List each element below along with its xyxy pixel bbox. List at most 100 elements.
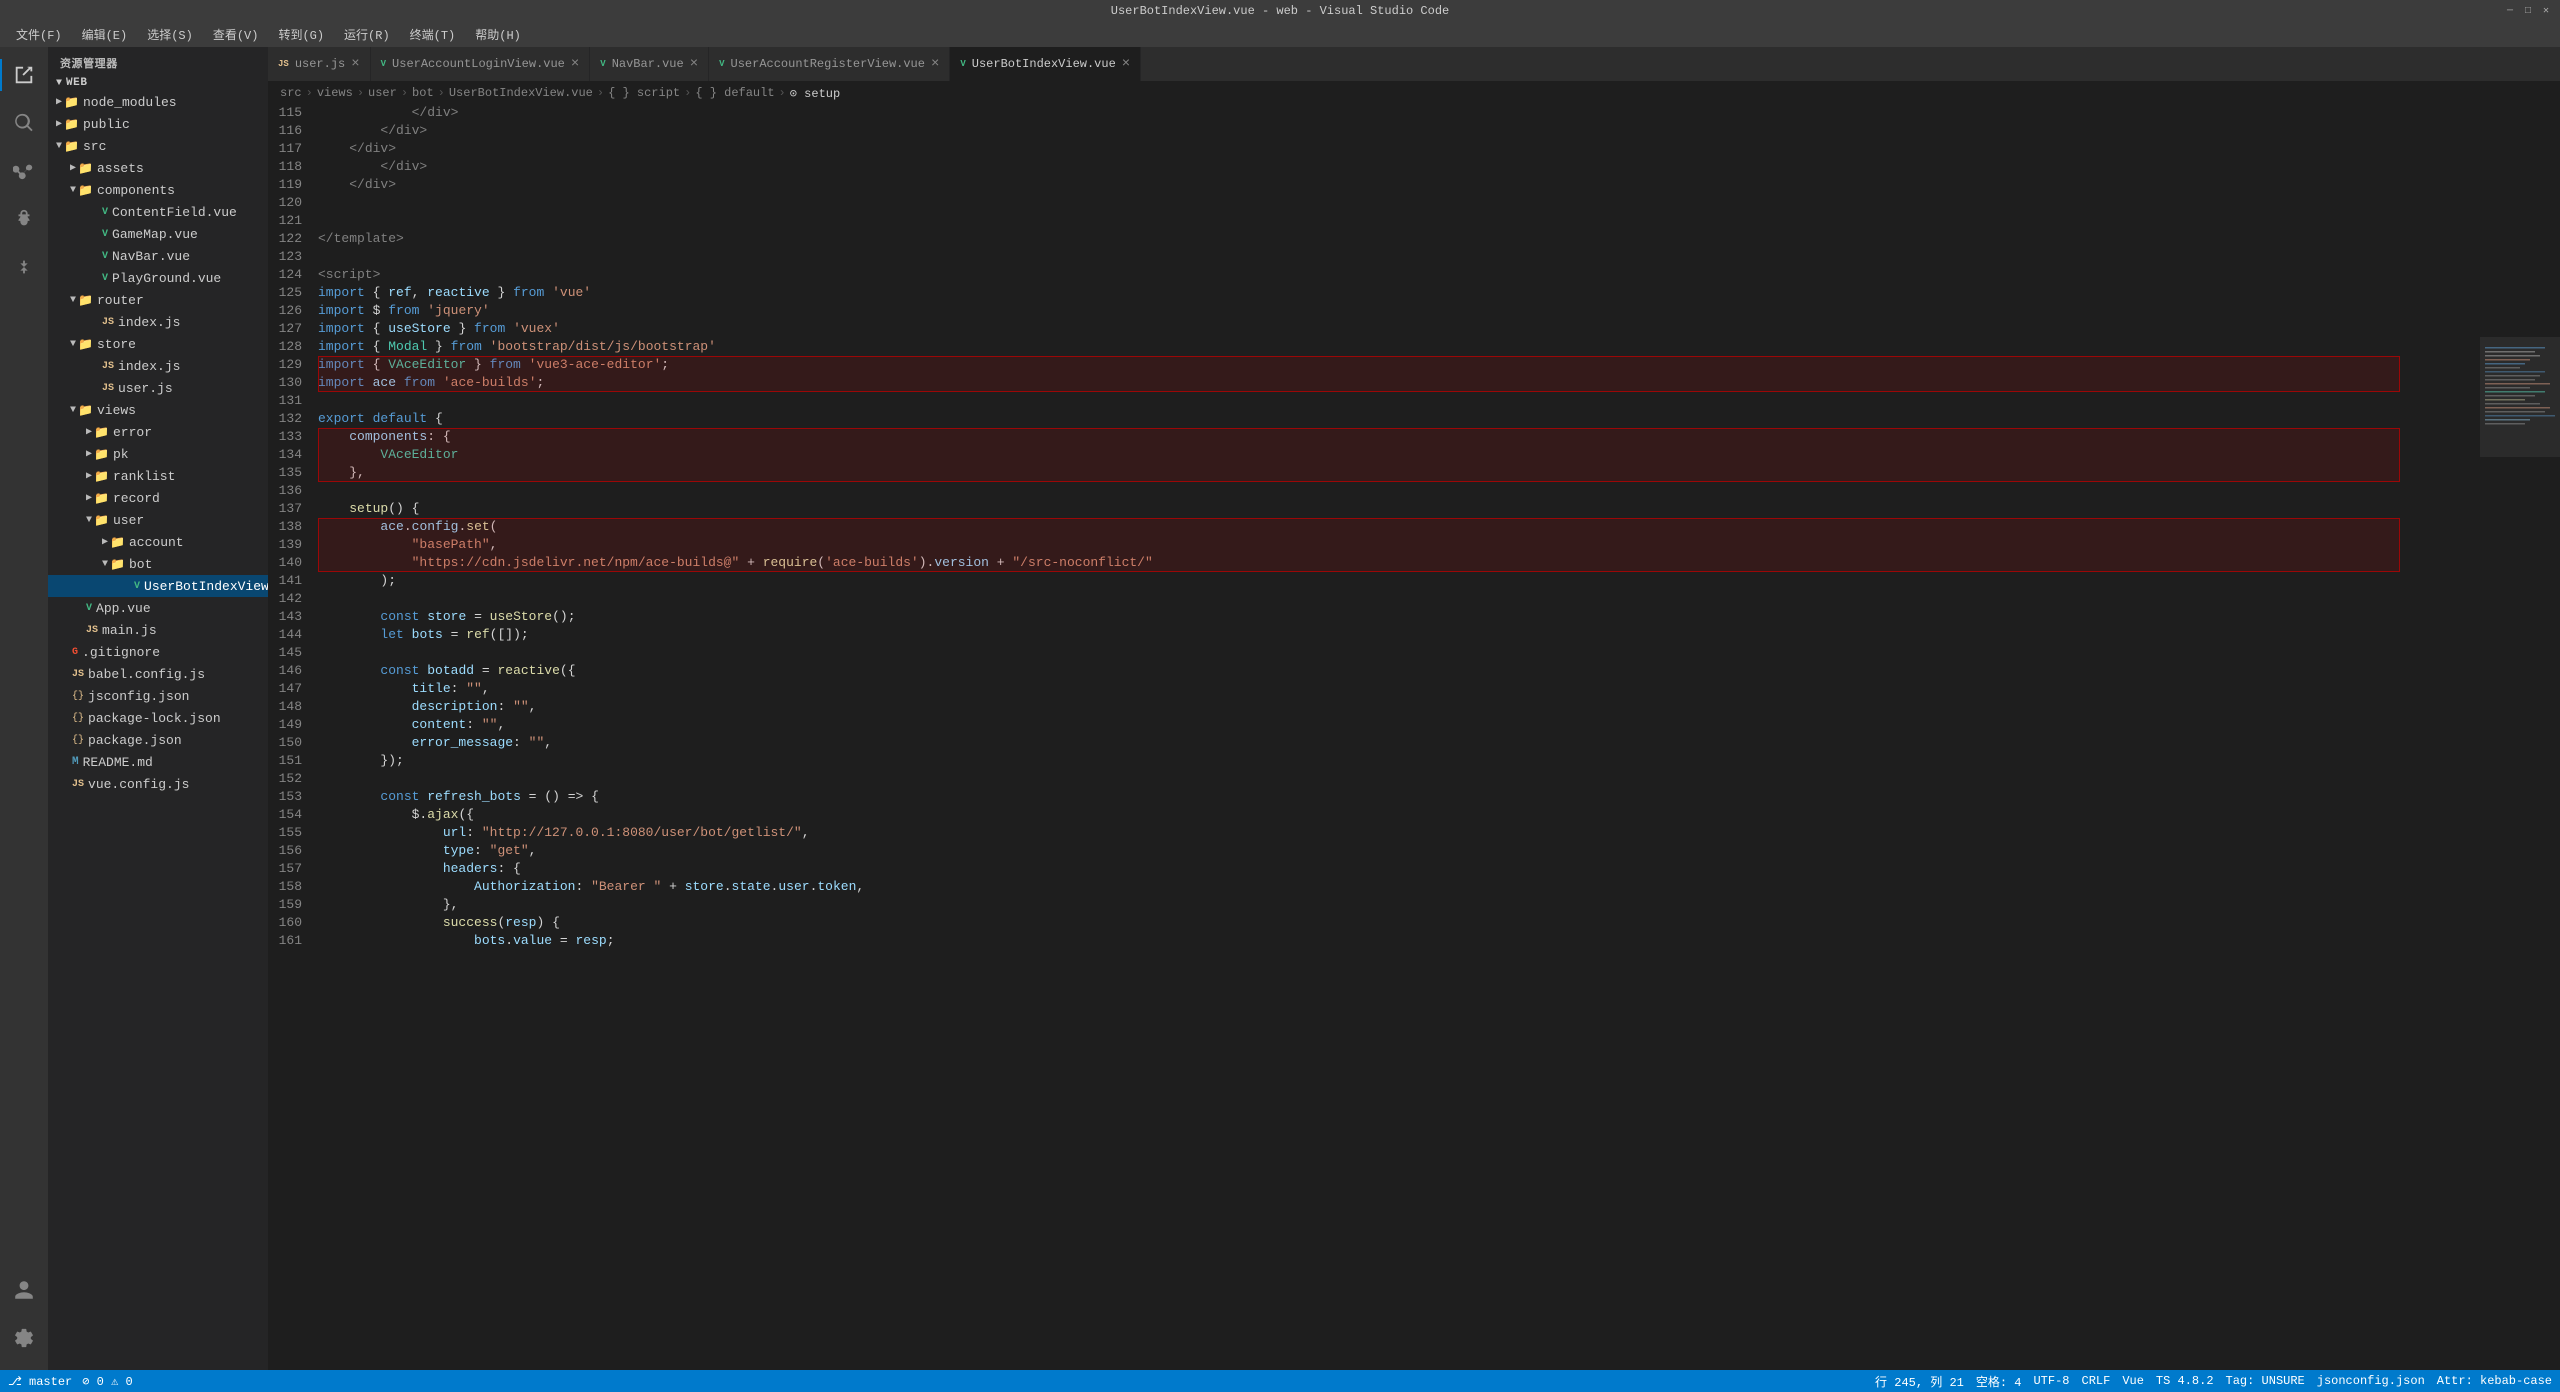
menu-help[interactable]: 帮助(H) xyxy=(467,24,529,45)
tree-store[interactable]: ▼ 📁 store xyxy=(48,333,268,355)
tree-gamemap[interactable]: V GameMap.vue xyxy=(48,223,268,245)
tree-mainjs[interactable]: JS main.js xyxy=(48,619,268,641)
main-layout: 资源管理器 ▼ WEB ▶ 📁 node_modules ▶ 📁 public … xyxy=(0,47,2560,1370)
tree-src[interactable]: ▼ 📁 src xyxy=(48,135,268,157)
activity-git[interactable] xyxy=(0,147,48,195)
tree-playground[interactable]: V PlayGround.vue xyxy=(48,267,268,289)
editor-main: 115 </div> 116 </div> 117 </div> 118 </d… xyxy=(268,104,2560,1370)
code-line-152: 152 xyxy=(268,770,2480,788)
menu-file[interactable]: 文件(F) xyxy=(8,24,70,45)
code-line-140: 140 "https://cdn.jsdelivr.net/npm/ace-bu… xyxy=(268,554,2480,572)
code-line-134: 134 VAceEditor xyxy=(268,446,2480,464)
code-line-120: 120 xyxy=(268,194,2480,212)
status-attr[interactable]: Attr: kebab-case xyxy=(2437,1374,2552,1388)
tree-jsconfig[interactable]: {} jsconfig.json xyxy=(48,685,268,707)
status-errors[interactable]: ⊘ 0 ⚠ 0 xyxy=(82,1374,132,1389)
status-line-col[interactable]: 行 245, 列 21 xyxy=(1875,1373,1964,1390)
tree-assets[interactable]: ▶ 📁 assets xyxy=(48,157,268,179)
tree-pk[interactable]: ▶ 📁 pk xyxy=(48,443,268,465)
code-line-149: 149 content: "", xyxy=(268,716,2480,734)
window-controls[interactable]: ─ □ ✕ xyxy=(2504,5,2552,17)
tree-record[interactable]: ▶ 📁 record xyxy=(48,487,268,509)
code-line-158: 158 Authorization: "Bearer " + store.sta… xyxy=(268,878,2480,896)
status-ts-version[interactable]: TS 4.8.2 xyxy=(2156,1374,2214,1388)
menu-goto[interactable]: 转到(G) xyxy=(270,24,332,45)
minimize-icon[interactable]: ─ xyxy=(2504,5,2516,17)
window-title: UserBotIndexView.vue - web - Visual Stud… xyxy=(1111,4,1449,18)
tab-botindex-vue[interactable]: V UserBotIndexView.vue × xyxy=(950,47,1141,81)
menu-run[interactable]: 运行(R) xyxy=(336,24,398,45)
code-line-116: 116 </div> xyxy=(268,122,2480,140)
tree-user[interactable]: ▼ 📁 user xyxy=(48,509,268,531)
status-tag[interactable]: Tag: UNSURE xyxy=(2226,1374,2305,1388)
status-spaces[interactable]: 空格: 4 xyxy=(1976,1373,2022,1390)
sidebar: 资源管理器 ▼ WEB ▶ 📁 node_modules ▶ 📁 public … xyxy=(48,47,268,1370)
tree-public[interactable]: ▶ 📁 public xyxy=(48,113,268,135)
tab-navbar-vue[interactable]: V NavBar.vue × xyxy=(590,47,709,81)
activity-debug[interactable] xyxy=(0,195,48,243)
tree-store-index[interactable]: JS index.js xyxy=(48,355,268,377)
tree-bot[interactable]: ▼ 📁 bot xyxy=(48,553,268,575)
tree-readme[interactable]: M README.md xyxy=(48,751,268,773)
activity-bar xyxy=(0,47,48,1370)
editor-content[interactable]: 115 </div> 116 </div> 117 </div> 118 </d… xyxy=(268,104,2480,1370)
menu-terminal[interactable]: 终端(T) xyxy=(402,24,464,45)
code-line-115: 115 </div> xyxy=(268,104,2480,122)
tab-register-vue[interactable]: V UserAccountRegisterView.vue × xyxy=(709,47,950,81)
tree-contentfield[interactable]: V ContentField.vue xyxy=(48,201,268,223)
tree-navbar[interactable]: V NavBar.vue xyxy=(48,245,268,267)
activity-search[interactable] xyxy=(0,99,48,147)
activity-settings[interactable] xyxy=(0,1314,48,1362)
code-line-129: 129 import { VAceEditor } from 'vue3-ace… xyxy=(268,356,2480,374)
code-line-141: 141 ); xyxy=(268,572,2480,590)
code-line-125: 125 import { ref, reactive } from 'vue' xyxy=(268,284,2480,302)
code-line-132: 132 export default { xyxy=(268,410,2480,428)
tree-ranklist[interactable]: ▶ 📁 ranklist xyxy=(48,465,268,487)
tree-babel[interactable]: JS babel.config.js xyxy=(48,663,268,685)
code-line-160: 160 success(resp) { xyxy=(268,914,2480,932)
code-line-136: 136 xyxy=(268,482,2480,500)
status-encoding[interactable]: UTF-8 xyxy=(2033,1374,2069,1388)
tab-login-vue[interactable]: V UserAccountLoginView.vue × xyxy=(371,47,591,81)
tree-error[interactable]: ▶ 📁 error xyxy=(48,421,268,443)
code-line-128: 128 import { Modal } from 'bootstrap/dis… xyxy=(268,338,2480,356)
code-line-150: 150 error_message: "", xyxy=(268,734,2480,752)
code-line-130: 130 import ace from 'ace-builds'; xyxy=(268,374,2480,392)
tree-router-index[interactable]: JS index.js xyxy=(48,311,268,333)
code-line-124: 124 <script> xyxy=(268,266,2480,284)
tree-components[interactable]: ▼ 📁 components xyxy=(48,179,268,201)
status-language[interactable]: Vue xyxy=(2122,1374,2144,1388)
menu-edit[interactable]: 编辑(E) xyxy=(74,24,136,45)
menu-view[interactable]: 查看(V) xyxy=(205,24,267,45)
maximize-icon[interactable]: □ xyxy=(2522,5,2534,17)
code-line-157: 157 headers: { xyxy=(268,860,2480,878)
tree-views[interactable]: ▼ 📁 views xyxy=(48,399,268,421)
code-line-151: 151 }); xyxy=(268,752,2480,770)
tree-vue-config[interactable]: JS vue.config.js xyxy=(48,773,268,795)
close-icon[interactable]: ✕ xyxy=(2540,5,2552,17)
tree-node-modules[interactable]: ▶ 📁 node_modules xyxy=(48,91,268,113)
menu-select[interactable]: 选择(S) xyxy=(139,24,201,45)
activity-extensions[interactable] xyxy=(0,243,48,291)
activity-explorer[interactable] xyxy=(0,51,48,99)
tree-gitignore[interactable]: G .gitignore xyxy=(48,641,268,663)
tab-user-js[interactable]: JS user.js × xyxy=(268,47,371,81)
code-line-123: 123 xyxy=(268,248,2480,266)
code-line-126: 126 import $ from 'jquery' xyxy=(268,302,2480,320)
status-line-ending[interactable]: CRLF xyxy=(2082,1374,2111,1388)
status-branch[interactable]: ⎇ master xyxy=(8,1374,72,1389)
tree-account[interactable]: ▶ 📁 account xyxy=(48,531,268,553)
sidebar-root-label: WEB xyxy=(66,77,87,89)
code-line-145: 145 xyxy=(268,644,2480,662)
tree-package[interactable]: {} package.json xyxy=(48,729,268,751)
status-schema[interactable]: jsonconfig.json xyxy=(2317,1374,2425,1388)
code-line-154: 154 $.ajax({ xyxy=(268,806,2480,824)
tree-store-user[interactable]: JS user.js xyxy=(48,377,268,399)
tree-package-lock[interactable]: {} package-lock.json xyxy=(48,707,268,729)
code-line-138: 138 ace.config.set( xyxy=(268,518,2480,536)
tree-app[interactable]: V App.vue xyxy=(48,597,268,619)
activity-account[interactable] xyxy=(0,1266,48,1314)
tree-botindexview[interactable]: V UserBotIndexView.vue xyxy=(48,575,268,597)
sidebar-web-header[interactable]: ▼ WEB xyxy=(48,75,268,91)
tree-router[interactable]: ▼ 📁 router xyxy=(48,289,268,311)
